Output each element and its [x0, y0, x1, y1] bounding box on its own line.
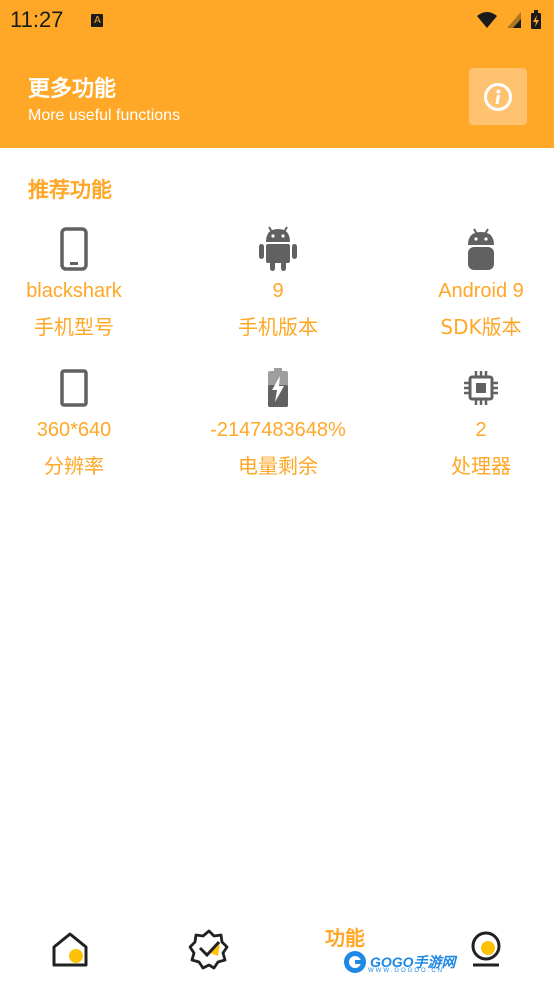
- feature-label: 分辨率: [44, 454, 104, 478]
- bottom-nav: [0, 912, 554, 986]
- feature-value: 9: [272, 280, 284, 302]
- feature-value: Android 9: [438, 280, 524, 302]
- nav-profile[interactable]: [456, 912, 516, 986]
- feature-item-sdk[interactable]: Android 9 SDK版本: [391, 226, 554, 340]
- info-icon: [484, 82, 512, 111]
- feature-label: 处理器: [451, 454, 511, 478]
- android-head-icon: [468, 228, 494, 270]
- feature-item-model[interactable]: blackshark 手机型号: [0, 226, 164, 340]
- wifi-icon: [477, 12, 497, 28]
- nav-functions-label[interactable]: 功能: [325, 922, 365, 951]
- status-bar: 11:27 A: [0, 0, 554, 40]
- nav-check[interactable]: [179, 912, 239, 986]
- tablet-icon: [60, 369, 88, 407]
- badge-check-icon: [188, 929, 229, 970]
- watermark-sub: WWW.GOGOO.CN: [368, 968, 444, 974]
- notification-a-icon: A: [91, 13, 104, 27]
- gogo-logo-icon: [344, 951, 366, 973]
- feature-value: -2147483648%: [210, 419, 346, 441]
- feature-item-version[interactable]: 9 手机版本: [188, 226, 368, 340]
- home-icon: [52, 932, 88, 967]
- page-subtitle: More useful functions: [28, 107, 181, 124]
- feature-label: 电量剩余: [238, 454, 318, 478]
- feature-item-resolution[interactable]: 360*640 分辨率: [0, 365, 164, 479]
- feature-value: 2: [475, 419, 487, 441]
- feature-label: SDK版本: [440, 315, 522, 339]
- feature-item-battery[interactable]: -2147483648% 电量剩余: [188, 365, 368, 479]
- section-title: 推荐功能: [28, 178, 112, 202]
- status-time: 11:27: [10, 7, 64, 32]
- signal-icon: [507, 12, 521, 28]
- battery-charging-icon: [268, 368, 288, 407]
- status-icons: [476, 10, 542, 30]
- feature-item-cpu[interactable]: 2 处理器: [391, 365, 554, 479]
- profile-icon: [471, 931, 501, 967]
- watermark-logo: GOGO手游网 WWW.GOGOO.CN: [342, 948, 456, 976]
- feature-label: 手机型号: [34, 315, 114, 339]
- nav-home[interactable]: [40, 912, 100, 986]
- battery-status-icon: [531, 10, 541, 29]
- feature-value: 360*640: [36, 419, 112, 441]
- phone-icon: [60, 227, 88, 271]
- info-button[interactable]: [469, 68, 527, 125]
- page-title: 更多功能: [28, 77, 117, 102]
- app-header: 更多功能 More useful functions: [0, 40, 554, 148]
- status-time-group: 11:27 A: [10, 7, 104, 33]
- feature-value: blackshark: [26, 280, 122, 302]
- android-icon: [259, 226, 297, 271]
- feature-label: 手机版本: [238, 315, 318, 339]
- cpu-icon: [464, 371, 498, 405]
